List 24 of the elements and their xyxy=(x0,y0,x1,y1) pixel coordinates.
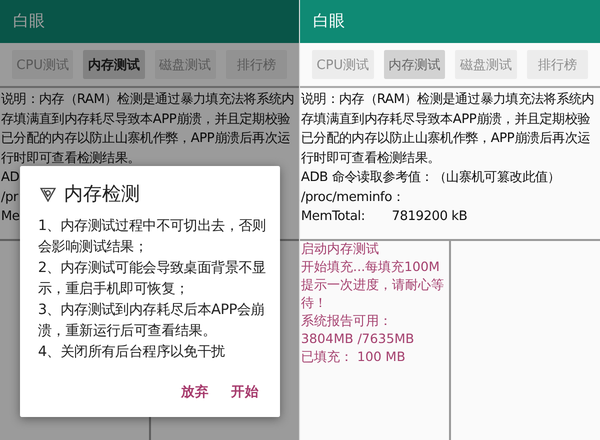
description-text: 说明：内存（RAM）检测是通过暴力填充法将系统内存填满直到内存耗尽导致本APP崩溃，并且定期校验已分配的内存以防止山寨机作弊，APP崩溃后再次运行时即可查看检测结果。 xyxy=(300,91,596,168)
app-title: 白眼 xyxy=(13,11,45,32)
logo-icon xyxy=(40,186,56,202)
log-line: 3804MB /7635MB xyxy=(300,330,416,348)
log-line: 系统报告可用： xyxy=(300,312,393,330)
info-line: /pr xyxy=(0,188,18,206)
info-line: MemTotal: 7819200 kB xyxy=(300,208,468,226)
dialog-button[interactable]: 开始 xyxy=(231,381,259,403)
log-line: 开始填充...每填充100M提示一次进度，请耐心等待！ xyxy=(300,258,445,312)
log-line: 已填充： 100 MB xyxy=(300,348,406,366)
dialog-text: 4、关闭所有后台程序以免干扰 xyxy=(38,343,226,362)
dialog-title: 内存检测 xyxy=(64,182,140,207)
dialog-button[interactable]: 放弃 xyxy=(181,381,209,403)
dialog-text: 1、内存测试过程中不可切出去，否则会影响测试结果； xyxy=(38,217,267,257)
info-line: /proc/meminfo： xyxy=(300,188,405,206)
info-line: Me xyxy=(0,208,20,226)
info-line: AD xyxy=(0,169,20,187)
app-title: 白眼 xyxy=(313,11,345,32)
log-line: 启动内存测试 xyxy=(300,240,380,258)
dialog-text: 3、内存测试到内存耗尽后本APP会崩溃，重新运行后可查看结果。 xyxy=(38,301,266,341)
info-line: ADB 命令读取参考值：（山寨机可篡改此值） xyxy=(300,169,560,187)
dialog-text: 2、内存测试可能会导致桌面背景不显示，重启手机即可恢复； xyxy=(38,259,267,299)
description-text: 说明：内存（RAM）检测是通过暴力填充法将系统内存填满直到内存耗尽导致本APP崩溃，并且定期校验已分配的内存以防止山寨机作弊，APP崩溃后再次运行时即可查看检测结果。 xyxy=(0,91,296,168)
tab[interactable]: 内存测试 xyxy=(83,50,144,79)
